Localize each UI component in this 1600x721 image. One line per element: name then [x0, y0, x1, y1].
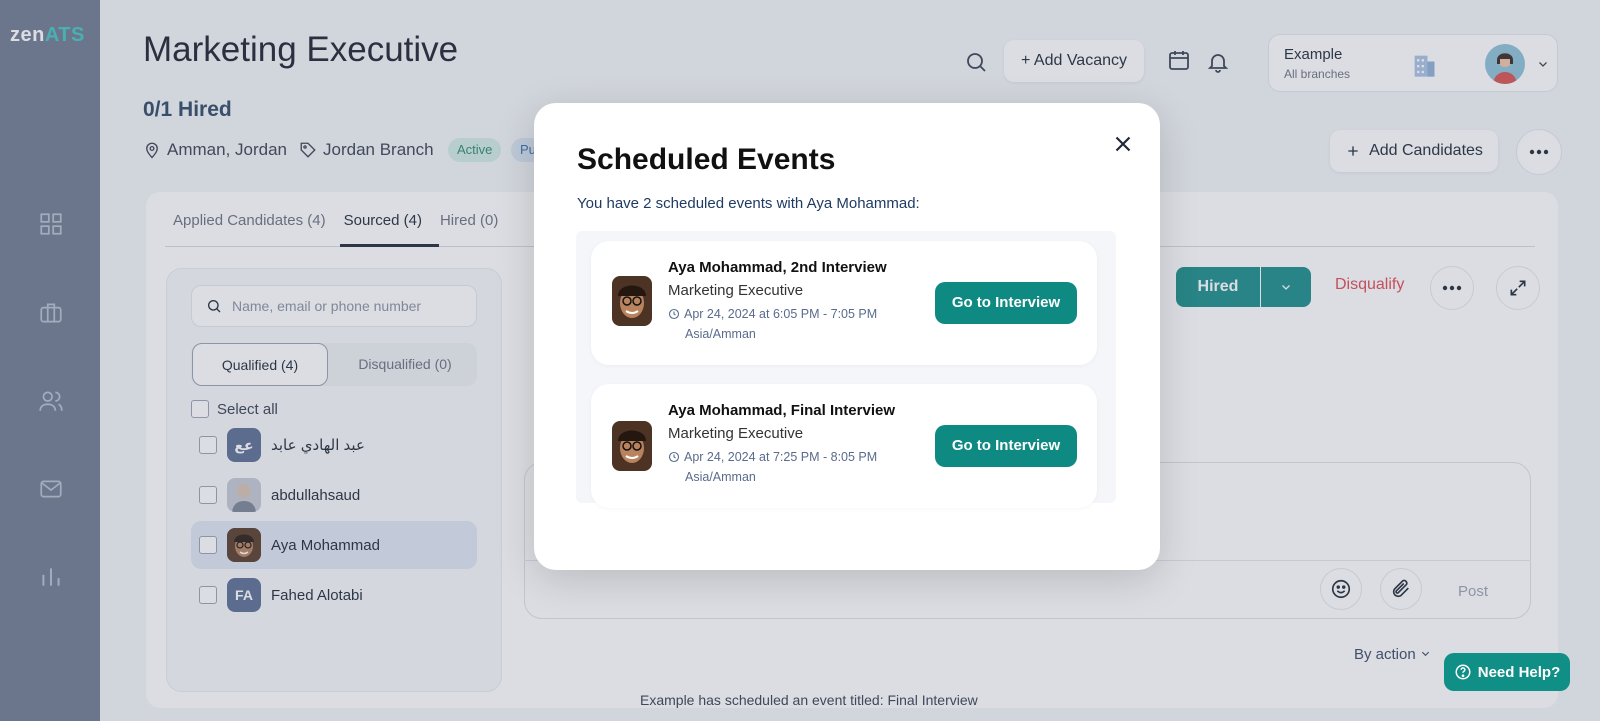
need-help-button[interactable]: Need Help?	[1444, 653, 1570, 691]
go-to-interview-button[interactable]: Go to Interview	[935, 425, 1077, 467]
event-timezone: Asia/Amman	[685, 470, 756, 484]
close-icon[interactable]	[1110, 131, 1136, 157]
event-datetime-text: Apr 24, 2024 at 6:05 PM - 7:05 PM	[684, 307, 878, 321]
clock-icon	[668, 308, 680, 320]
scheduled-events-modal: Scheduled Events You have 2 scheduled ev…	[534, 103, 1160, 570]
event-role: Marketing Executive	[668, 425, 804, 442]
event-title: Aya Mohammad, 2nd Interview	[668, 259, 887, 276]
event-timezone: Asia/Amman	[685, 327, 756, 341]
event-datetime: Apr 24, 2024 at 7:25 PM - 8:05 PM	[668, 450, 877, 464]
need-help-label: Need Help?	[1477, 663, 1561, 681]
event-card: Aya Mohammad, 2nd Interview Marketing Ex…	[591, 241, 1097, 365]
help-circle-icon	[1455, 664, 1471, 680]
event-card: Aya Mohammad, Final Interview Marketing …	[591, 384, 1097, 508]
go-to-interview-button[interactable]: Go to Interview	[935, 282, 1077, 324]
event-avatar	[612, 421, 652, 471]
event-datetime: Apr 24, 2024 at 6:05 PM - 7:05 PM	[668, 307, 877, 321]
modal-subtitle: You have 2 scheduled events with Aya Moh…	[577, 195, 920, 212]
clock-icon	[668, 451, 680, 463]
event-title: Aya Mohammad, Final Interview	[668, 402, 895, 419]
event-datetime-text: Apr 24, 2024 at 7:25 PM - 8:05 PM	[684, 450, 878, 464]
event-role: Marketing Executive	[668, 282, 804, 299]
modal-title: Scheduled Events	[577, 143, 836, 176]
event-avatar	[612, 276, 652, 326]
